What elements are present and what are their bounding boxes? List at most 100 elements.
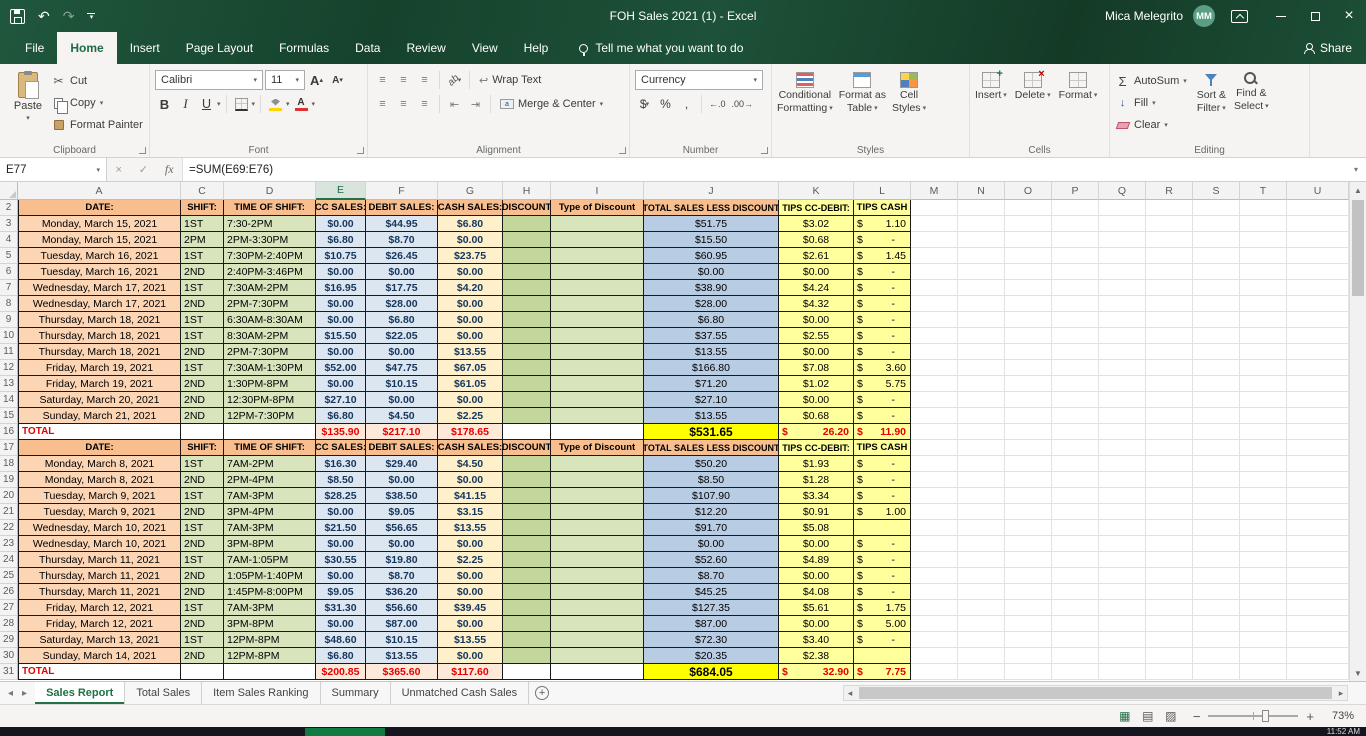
cell-I25[interactable] [551,568,644,585]
cell-G24[interactable]: $2.25 [438,552,503,569]
cell-L28[interactable]: $5.00 [854,616,911,633]
cell-R3[interactable] [1146,216,1193,233]
cell-H21[interactable] [503,504,551,521]
column-header-F[interactable]: F [366,182,438,200]
cell-D19[interactable]: 2PM-4PM [224,472,316,489]
decrease-indent-button[interactable]: ⇤ [445,94,464,115]
cell-U28[interactable] [1287,616,1349,633]
cell-R22[interactable] [1146,520,1193,537]
cell-E27[interactable]: $31.30 [316,600,366,617]
cell-Q3[interactable] [1099,216,1146,233]
cell-D3[interactable]: 7:30-2PM [224,216,316,233]
cell-K16[interactable]: $26.20 [779,424,854,441]
cell-D26[interactable]: 1:45PM-8:00PM [224,584,316,601]
cell-G26[interactable]: $0.00 [438,584,503,601]
cell-E17[interactable]: CC SALES: [316,440,366,457]
cell-O21[interactable] [1005,504,1052,521]
cell-P4[interactable] [1052,232,1099,249]
cell-Q30[interactable] [1099,648,1146,665]
cell-A24[interactable]: Thursday, March 11, 2021 [18,552,181,569]
sheet-tab-summary[interactable]: Summary [321,682,391,704]
cell-L8[interactable]: $ - [854,296,911,313]
percent-style-button[interactable]: % [656,94,675,115]
cell-Q14[interactable] [1099,392,1146,409]
cell-F18[interactable]: $29.40 [366,456,438,473]
cell-M20[interactable] [911,488,958,505]
cell-N6[interactable] [958,264,1005,281]
cell-P9[interactable] [1052,312,1099,329]
cell-T19[interactable] [1240,472,1287,489]
cell-T30[interactable] [1240,648,1287,665]
cell-H2[interactable]: DISCOUNT [503,200,551,217]
row-header-7[interactable]: 7 [0,280,18,297]
cell-T8[interactable] [1240,296,1287,313]
cell-E29[interactable]: $48.60 [316,632,366,649]
cell-G25[interactable]: $0.00 [438,568,503,585]
cell-S29[interactable] [1193,632,1240,649]
zoom-slider-thumb[interactable] [1262,710,1270,722]
cell-U6[interactable] [1287,264,1349,281]
cell-H18[interactable] [503,456,551,473]
cell-O6[interactable] [1005,264,1052,281]
cell-M28[interactable] [911,616,958,633]
page-layout-view-icon[interactable]: ▤ [1138,709,1158,723]
cell-H31[interactable] [503,664,551,681]
cell-M27[interactable] [911,600,958,617]
cell-E30[interactable]: $6.80 [316,648,366,665]
cell-U19[interactable] [1287,472,1349,489]
cell-G3[interactable]: $6.80 [438,216,503,233]
cell-U27[interactable] [1287,600,1349,617]
row-header-18[interactable]: 18 [0,456,18,473]
cell-A3[interactable]: Monday, March 15, 2021 [18,216,181,233]
cell-A11[interactable]: Thursday, March 18, 2021 [18,344,181,361]
cell-O18[interactable] [1005,456,1052,473]
tab-file[interactable]: File [12,32,57,64]
cell-J10[interactable]: $37.55 [644,328,779,345]
cell-C10[interactable]: 1ST [181,328,224,345]
cell-N28[interactable] [958,616,1005,633]
cell-N14[interactable] [958,392,1005,409]
column-header-J[interactable]: J [644,182,779,200]
cell-A15[interactable]: Sunday, March 21, 2021 [18,408,181,425]
autosum-button[interactable]: Σ AutoSum ▾ [1115,70,1186,92]
cell-L18[interactable]: $ - [854,456,911,473]
tab-view[interactable]: View [459,32,511,64]
new-sheet-button[interactable]: + [529,682,555,704]
cell-K14[interactable]: $0.00 [779,392,854,409]
cell-E19[interactable]: $8.50 [316,472,366,489]
cell-Q21[interactable] [1099,504,1146,521]
cell-O2[interactable] [1005,200,1052,217]
cell-H25[interactable] [503,568,551,585]
cell-A14[interactable]: Saturday, March 20, 2021 [18,392,181,409]
cell-S11[interactable] [1193,344,1240,361]
cell-S6[interactable] [1193,264,1240,281]
cell-G30[interactable]: $0.00 [438,648,503,665]
cell-S18[interactable] [1193,456,1240,473]
cell-R27[interactable] [1146,600,1193,617]
cell-R5[interactable] [1146,248,1193,265]
sort-filter-button[interactable]: Sort & Filter ▾ [1197,68,1226,142]
zoom-out-button[interactable]: − [1193,709,1201,724]
cell-U5[interactable] [1287,248,1349,265]
cell-Q8[interactable] [1099,296,1146,313]
cell-Q18[interactable] [1099,456,1146,473]
zoom-in-button[interactable]: + [1306,709,1314,724]
cell-K3[interactable]: $3.02 [779,216,854,233]
cell-S22[interactable] [1193,520,1240,537]
cell-U4[interactable] [1287,232,1349,249]
cell-N12[interactable] [958,360,1005,377]
cell-K26[interactable]: $4.08 [779,584,854,601]
column-header-H[interactable]: H [503,182,551,200]
cell-E24[interactable]: $30.55 [316,552,366,569]
cell-G6[interactable]: $0.00 [438,264,503,281]
cell-N30[interactable] [958,648,1005,665]
cell-F31[interactable]: $365.60 [366,664,438,681]
cell-R15[interactable] [1146,408,1193,425]
cell-I15[interactable] [551,408,644,425]
cell-K25[interactable]: $0.00 [779,568,854,585]
cell-J19[interactable]: $8.50 [644,472,779,489]
cell-S8[interactable] [1193,296,1240,313]
cell-C8[interactable]: 2ND [181,296,224,313]
cell-D15[interactable]: 12PM-7:30PM [224,408,316,425]
cell-N11[interactable] [958,344,1005,361]
